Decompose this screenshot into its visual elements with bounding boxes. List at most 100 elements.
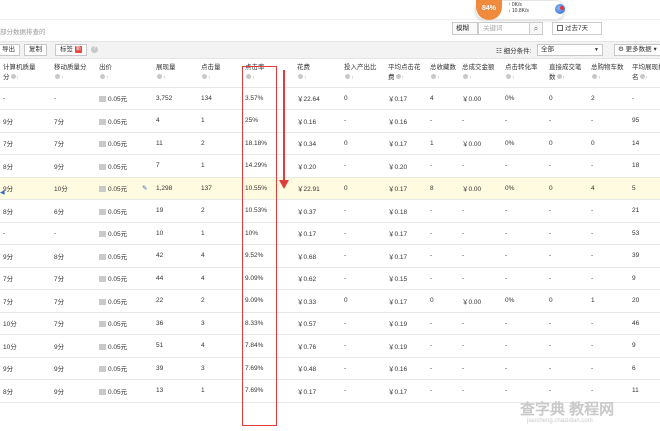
- table-cell[interactable]: [139, 109, 153, 133]
- table-row[interactable]: 9分 9分 0.05元 39 3 7.69% ￥0.48 - ￥0.16 - - - - - 6: [0, 357, 660, 380]
- help-icon[interactable]: [55, 74, 60, 80]
- sort-icon[interactable]: ↑: [106, 75, 109, 81]
- search-icon[interactable]: ⌕: [530, 22, 543, 35]
- bid-icon[interactable]: [99, 276, 106, 283]
- table-cell[interactable]: [139, 87, 153, 110]
- column-header[interactable]: 投入产出比 ↑: [341, 60, 385, 88]
- help-icon[interactable]: [556, 74, 562, 80]
- column-header[interactable]: 展现量 ↑: [153, 60, 198, 88]
- table-row[interactable]: - - 0.05元 3,752 134 3.57% ￥22.64 0 ￥0.17 4 ￥0.00 0%…: [0, 87, 660, 110]
- column-header[interactable]: 花费 ↑: [294, 60, 341, 88]
- help-icon[interactable]: [592, 74, 597, 80]
- sort-icon[interactable]: ↑: [163, 75, 166, 81]
- bid-icon[interactable]: [99, 118, 106, 125]
- table-cell[interactable]: [139, 312, 153, 335]
- column-header[interactable]: 总收藏数 ↑: [427, 60, 459, 88]
- bid-icon[interactable]: [99, 343, 106, 350]
- table-cell[interactable]: 0.05元: [96, 222, 139, 245]
- column-header[interactable]: 平均点击花费 ↑: [385, 60, 427, 88]
- table-cell[interactable]: 0.05元: [96, 154, 139, 178]
- bid-icon[interactable]: [99, 388, 106, 395]
- sort-icon[interactable]: ↑: [61, 75, 64, 81]
- table-cell[interactable]: 0.05元: [96, 267, 139, 290]
- table-cell[interactable]: 0.05元: [96, 357, 139, 380]
- table-cell[interactable]: [139, 379, 153, 403]
- sort-icon[interactable]: ↑: [512, 75, 515, 81]
- date-range-button[interactable]: 过去7天: [552, 22, 602, 35]
- table-cell[interactable]: [139, 289, 153, 313]
- search-mode-select[interactable]: 模糊: [452, 22, 478, 35]
- table-cell[interactable]: 0.05元: [96, 177, 139, 200]
- table-cell[interactable]: [139, 334, 153, 358]
- table-cell[interactable]: [139, 267, 153, 290]
- segment-filter-select[interactable]: 全部 ▼: [537, 44, 603, 56]
- sort-icon[interactable]: ↑: [563, 75, 566, 81]
- column-header[interactable]: 计算机质量分 ↑: [0, 60, 51, 88]
- help-icon[interactable]: [345, 74, 350, 80]
- column-header[interactable]: 点击转化率 ↑: [502, 60, 546, 88]
- table-cell[interactable]: [139, 132, 153, 155]
- copy-button[interactable]: 复制: [24, 44, 47, 56]
- sort-icon[interactable]: ↑: [304, 75, 307, 81]
- bid-icon[interactable]: [99, 298, 106, 305]
- sort-icon[interactable]: ↑: [17, 75, 20, 81]
- table-row[interactable]: - - 0.05元 10 1 10% ￥0.17 - ￥0.17 - - - - - 53: [0, 222, 660, 245]
- bid-icon[interactable]: [99, 141, 106, 148]
- table-row[interactable]: 10分 7分 0.05元 36 3 8.33% ￥0.57 - ￥0.19 - - - - - 46: [0, 312, 660, 335]
- sort-icon[interactable]: ↑: [646, 75, 649, 81]
- tag-button[interactable]: 标签新: [55, 44, 88, 56]
- more-data-button[interactable]: ⚙ 更多数据 ▾: [614, 44, 660, 56]
- help-icon[interactable]: [395, 74, 401, 80]
- export-button[interactable]: 导出: [0, 44, 20, 56]
- edit-pencil-icon[interactable]: ✎: [142, 185, 147, 192]
- table-cell[interactable]: 0.05元: [96, 87, 139, 110]
- sort-icon[interactable]: ↑: [437, 75, 440, 81]
- help-icon[interactable]: [157, 74, 162, 80]
- sort-icon[interactable]: ↑: [469, 75, 472, 81]
- table-row[interactable]: 7分 7分 0.05元 44 4 9.09% ￥0.62- ￥0.15- - - - -9: [0, 267, 660, 290]
- help-icon[interactable]: [431, 74, 436, 80]
- table-cell[interactable]: [139, 244, 153, 268]
- table-cell[interactable]: 0.05元: [96, 244, 139, 268]
- table-row[interactable]: 8分 9分 0.05元 7 1 14.29% ￥0.20 - ￥0.20 - - - - - 18: [0, 154, 660, 178]
- help-icon[interactable]: [506, 74, 511, 80]
- column-header[interactable]: 直接成交笔数 ↑: [546, 60, 588, 88]
- bid-icon[interactable]: [99, 208, 106, 215]
- table-row[interactable]: 9分 10分 0.05元 ✎ 1,298 137 10.55% ￥22.91 0 ￥0.17 8 ￥0…: [0, 177, 660, 200]
- table-cell[interactable]: [139, 222, 153, 245]
- keyword-search-input[interactable]: 关键词: [478, 22, 530, 35]
- help-icon[interactable]: [10, 74, 16, 80]
- help-icon[interactable]: ?: [91, 46, 98, 53]
- table-cell[interactable]: 0.05元: [96, 312, 139, 335]
- column-header[interactable]: 点击量 ↑: [198, 60, 242, 88]
- help-icon[interactable]: [100, 74, 105, 80]
- column-header[interactable]: 总成交金额 ↑: [459, 60, 502, 88]
- table-row[interactable]: 10分 9分 0.05元 51 4 7.84% ￥0.76 - ￥0.19 - - - - - 9: [0, 334, 660, 358]
- sort-icon[interactable]: ↑: [252, 75, 255, 81]
- help-icon[interactable]: [298, 74, 303, 80]
- table-cell[interactable]: [139, 154, 153, 178]
- table-cell[interactable]: 0.05元: [96, 379, 139, 403]
- bid-icon[interactable]: [99, 231, 106, 238]
- table-row[interactable]: 7分 7分 0.05元 11 2 18.18% ￥0.34 0 ￥0.17 1 ￥0.00 0% 0 0 1…: [0, 132, 660, 155]
- bid-icon[interactable]: [99, 253, 106, 260]
- table-cell[interactable]: ✎: [139, 177, 153, 200]
- table-row[interactable]: 7分 7分 0.05元 22 2 9.09% ￥0.33 0 ￥0.17 0 ￥0.00 0% 0 1 20: [0, 289, 660, 313]
- bid-icon[interactable]: [99, 366, 106, 373]
- help-icon[interactable]: [202, 74, 207, 80]
- table-row[interactable]: 9分 7分 0.05元 4 1 25% ￥0.16 - ￥0.16 - - - - - 95: [0, 109, 660, 133]
- table-cell[interactable]: 0.05元: [96, 109, 139, 133]
- table-row[interactable]: 9分 8分 0.05元 42 4 9.52% ￥0.68 - ￥0.17 - - - - - 39: [0, 244, 660, 268]
- help-icon[interactable]: [639, 74, 645, 80]
- column-header[interactable]: 移动质量分 ↑: [51, 60, 96, 88]
- help-icon[interactable]: [246, 74, 251, 80]
- sort-icon[interactable]: ↑: [598, 75, 601, 81]
- column-header[interactable]: 平均展现排名 ↑: [629, 60, 660, 88]
- table-cell[interactable]: [139, 199, 153, 223]
- bid-icon[interactable]: [99, 96, 106, 103]
- help-icon[interactable]: [463, 74, 468, 80]
- bid-icon[interactable]: [99, 321, 106, 328]
- sort-icon[interactable]: ↑: [402, 75, 405, 81]
- column-header[interactable]: 点击率 ↑: [242, 60, 280, 88]
- sort-icon[interactable]: ↑: [208, 75, 211, 81]
